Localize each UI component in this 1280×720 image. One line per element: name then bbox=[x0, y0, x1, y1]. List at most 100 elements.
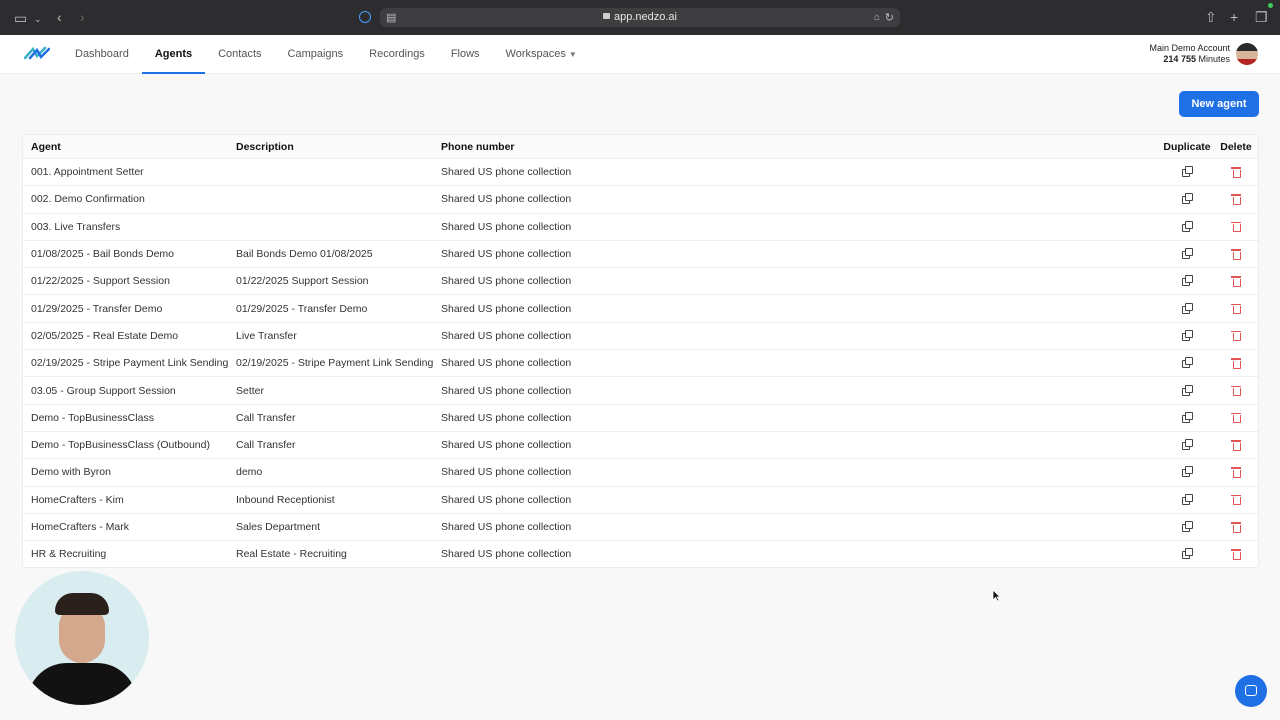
table-row[interactable]: 01/22/2025 - Support Session 01/22/2025 S… bbox=[23, 267, 1258, 294]
agent-name[interactable]: 02/19/2025 - Stripe Payment Link Sending bbox=[31, 350, 228, 376]
duplicate-button[interactable] bbox=[1164, 377, 1210, 403]
url-container: app.nedzo.ai bbox=[380, 11, 900, 23]
table-row[interactable]: HR & Recruiting Real Estate - Recruiting S… bbox=[23, 540, 1258, 567]
table-row[interactable]: 01/29/2025 - Transfer Demo 01/29/2025 - T… bbox=[23, 294, 1258, 321]
chevron-down-icon[interactable]: ⌄ bbox=[34, 12, 42, 26]
duplicate-button[interactable] bbox=[1164, 459, 1210, 485]
copy-icon bbox=[1182, 521, 1193, 532]
agent-name[interactable]: HR & Recruiting bbox=[31, 541, 106, 567]
agent-name[interactable]: Demo - TopBusinessClass (Outbound) bbox=[31, 432, 210, 458]
lock-icon bbox=[603, 13, 610, 19]
header-description[interactable]: Description bbox=[236, 135, 294, 158]
header-agent[interactable]: Agent bbox=[31, 135, 61, 158]
duplicate-button[interactable] bbox=[1164, 350, 1210, 376]
copy-icon bbox=[1182, 220, 1193, 232]
delete-button[interactable] bbox=[1221, 432, 1251, 458]
copy-icon bbox=[1182, 302, 1193, 314]
agent-name[interactable]: HomeCrafters - Kim bbox=[31, 487, 124, 513]
delete-button[interactable] bbox=[1221, 323, 1251, 349]
duplicate-button[interactable] bbox=[1164, 405, 1210, 431]
agent-name[interactable]: Demo with Byron bbox=[31, 459, 111, 485]
agent-name[interactable]: 01/08/2025 - Bail Bonds Demo bbox=[31, 241, 174, 267]
nav-agents[interactable]: Agents bbox=[141, 35, 206, 74]
table-row[interactable]: 01/08/2025 - Bail Bonds Demo Bail Bonds D… bbox=[23, 239, 1258, 267]
delete-button[interactable] bbox=[1221, 241, 1251, 267]
nav-workspaces-label: Workspaces bbox=[505, 48, 566, 60]
address-bar[interactable]: ▤ app.nedzo.ai ⌂ ↻ bbox=[380, 8, 900, 27]
duplicate-button[interactable] bbox=[1164, 295, 1210, 321]
table-row[interactable]: 003. Live Transfers Shared US phone colle… bbox=[23, 212, 1258, 240]
table-row[interactable]: 02/19/2025 - Stripe Payment Link Sending… bbox=[23, 349, 1258, 376]
delete-button[interactable] bbox=[1221, 514, 1251, 540]
table-row[interactable]: 001. Appointment Setter Shared US phone c… bbox=[23, 158, 1258, 185]
agent-name[interactable]: Demo - TopBusinessClass bbox=[31, 405, 154, 431]
chevron-down-icon: ▼ bbox=[568, 50, 577, 59]
chat-launcher-button[interactable] bbox=[1235, 675, 1267, 707]
trash-icon bbox=[1231, 412, 1241, 424]
trash-icon bbox=[1231, 276, 1241, 287]
agent-phone: Shared US phone collection bbox=[441, 248, 572, 261]
new-agent-button[interactable]: New agent bbox=[1179, 91, 1259, 117]
duplicate-button[interactable] bbox=[1164, 241, 1210, 267]
table-row[interactable]: 03.05 - Group Support Session Setter Share… bbox=[23, 376, 1258, 403]
reload-icon[interactable]: ↻ bbox=[885, 11, 894, 25]
translate-icon[interactable]: ⌂ bbox=[874, 11, 880, 25]
nav-workspaces[interactable]: Workspaces ▼ bbox=[493, 35, 590, 74]
agent-name[interactable]: 001. Appointment Setter bbox=[31, 159, 144, 185]
duplicate-button[interactable] bbox=[1164, 514, 1210, 540]
nav-recordings[interactable]: Recordings bbox=[356, 35, 438, 74]
table-row[interactable]: Demo - TopBusinessClass Call Transfer Shar… bbox=[23, 403, 1258, 431]
header-phone[interactable]: Phone number bbox=[441, 135, 515, 158]
agent-name[interactable]: 002. Demo Confirmation bbox=[31, 186, 145, 212]
table-row[interactable]: HomeCrafters - Kim Inbound Receptionist Sh… bbox=[23, 485, 1258, 513]
delete-button[interactable] bbox=[1221, 459, 1251, 485]
new-tab-icon[interactable]: + bbox=[1230, 10, 1238, 24]
nav-campaigns[interactable]: Campaigns bbox=[275, 35, 357, 74]
duplicate-button[interactable] bbox=[1164, 432, 1210, 458]
table-row[interactable]: HomeCrafters - Mark Sales Department Share… bbox=[23, 512, 1258, 540]
password-manager-icon[interactable] bbox=[359, 11, 371, 23]
duplicate-button[interactable] bbox=[1164, 487, 1210, 513]
delete-button[interactable] bbox=[1221, 186, 1251, 212]
nav-flows[interactable]: Flows bbox=[438, 35, 493, 74]
agent-phone: Shared US phone collection bbox=[441, 193, 572, 206]
nav-contacts[interactable]: Contacts bbox=[205, 35, 274, 74]
account-info[interactable]: Main Demo Account 214 755 Minutes bbox=[1149, 43, 1230, 65]
delete-button[interactable] bbox=[1221, 159, 1251, 185]
delete-button[interactable] bbox=[1221, 541, 1251, 567]
agent-name[interactable]: 01/29/2025 - Transfer Demo bbox=[31, 295, 162, 321]
delete-button[interactable] bbox=[1221, 405, 1251, 431]
share-icon[interactable]: ⇧ bbox=[1205, 10, 1217, 24]
nav-dashboard[interactable]: Dashboard bbox=[62, 35, 142, 74]
back-arrow-icon[interactable]: ‹ bbox=[57, 10, 62, 24]
duplicate-button[interactable] bbox=[1164, 541, 1210, 567]
table-row[interactable]: 02/05/2025 - Real Estate Demo Live Transf… bbox=[23, 321, 1258, 349]
table-row[interactable]: Demo - TopBusinessClass (Outbound) Call T… bbox=[23, 430, 1258, 458]
logo[interactable] bbox=[23, 46, 51, 65]
delete-button[interactable] bbox=[1221, 350, 1251, 376]
table-row[interactable]: 002. Demo Confirmation Shared US phone co… bbox=[23, 185, 1258, 212]
delete-button[interactable] bbox=[1221, 214, 1251, 240]
delete-button[interactable] bbox=[1221, 377, 1251, 403]
duplicate-button[interactable] bbox=[1164, 323, 1210, 349]
avatar[interactable] bbox=[1236, 43, 1258, 65]
copy-icon bbox=[1182, 439, 1193, 451]
sidebar-toggle-icon[interactable]: ▭ bbox=[14, 11, 27, 25]
duplicate-button[interactable] bbox=[1164, 214, 1210, 240]
table-row[interactable]: Demo with Byron demo Shared US phone colle… bbox=[23, 458, 1258, 485]
duplicate-button[interactable] bbox=[1164, 159, 1210, 185]
delete-button[interactable] bbox=[1221, 295, 1251, 321]
agent-name[interactable]: 02/05/2025 - Real Estate Demo bbox=[31, 323, 178, 349]
tabs-overview-icon[interactable]: ❐ bbox=[1255, 10, 1268, 24]
forward-arrow-icon[interactable]: › bbox=[80, 10, 85, 24]
duplicate-button[interactable] bbox=[1164, 186, 1210, 212]
agent-phone: Shared US phone collection bbox=[441, 521, 572, 533]
duplicate-button[interactable] bbox=[1164, 268, 1210, 294]
agent-name[interactable]: HomeCrafters - Mark bbox=[31, 514, 129, 540]
delete-button[interactable] bbox=[1221, 487, 1251, 513]
agent-name[interactable]: 01/22/2025 - Support Session bbox=[31, 268, 170, 294]
agent-name[interactable]: 003. Live Transfers bbox=[31, 214, 120, 240]
trash-icon bbox=[1231, 358, 1241, 369]
delete-button[interactable] bbox=[1221, 268, 1251, 294]
agent-name[interactable]: 03.05 - Group Support Session bbox=[31, 377, 176, 403]
